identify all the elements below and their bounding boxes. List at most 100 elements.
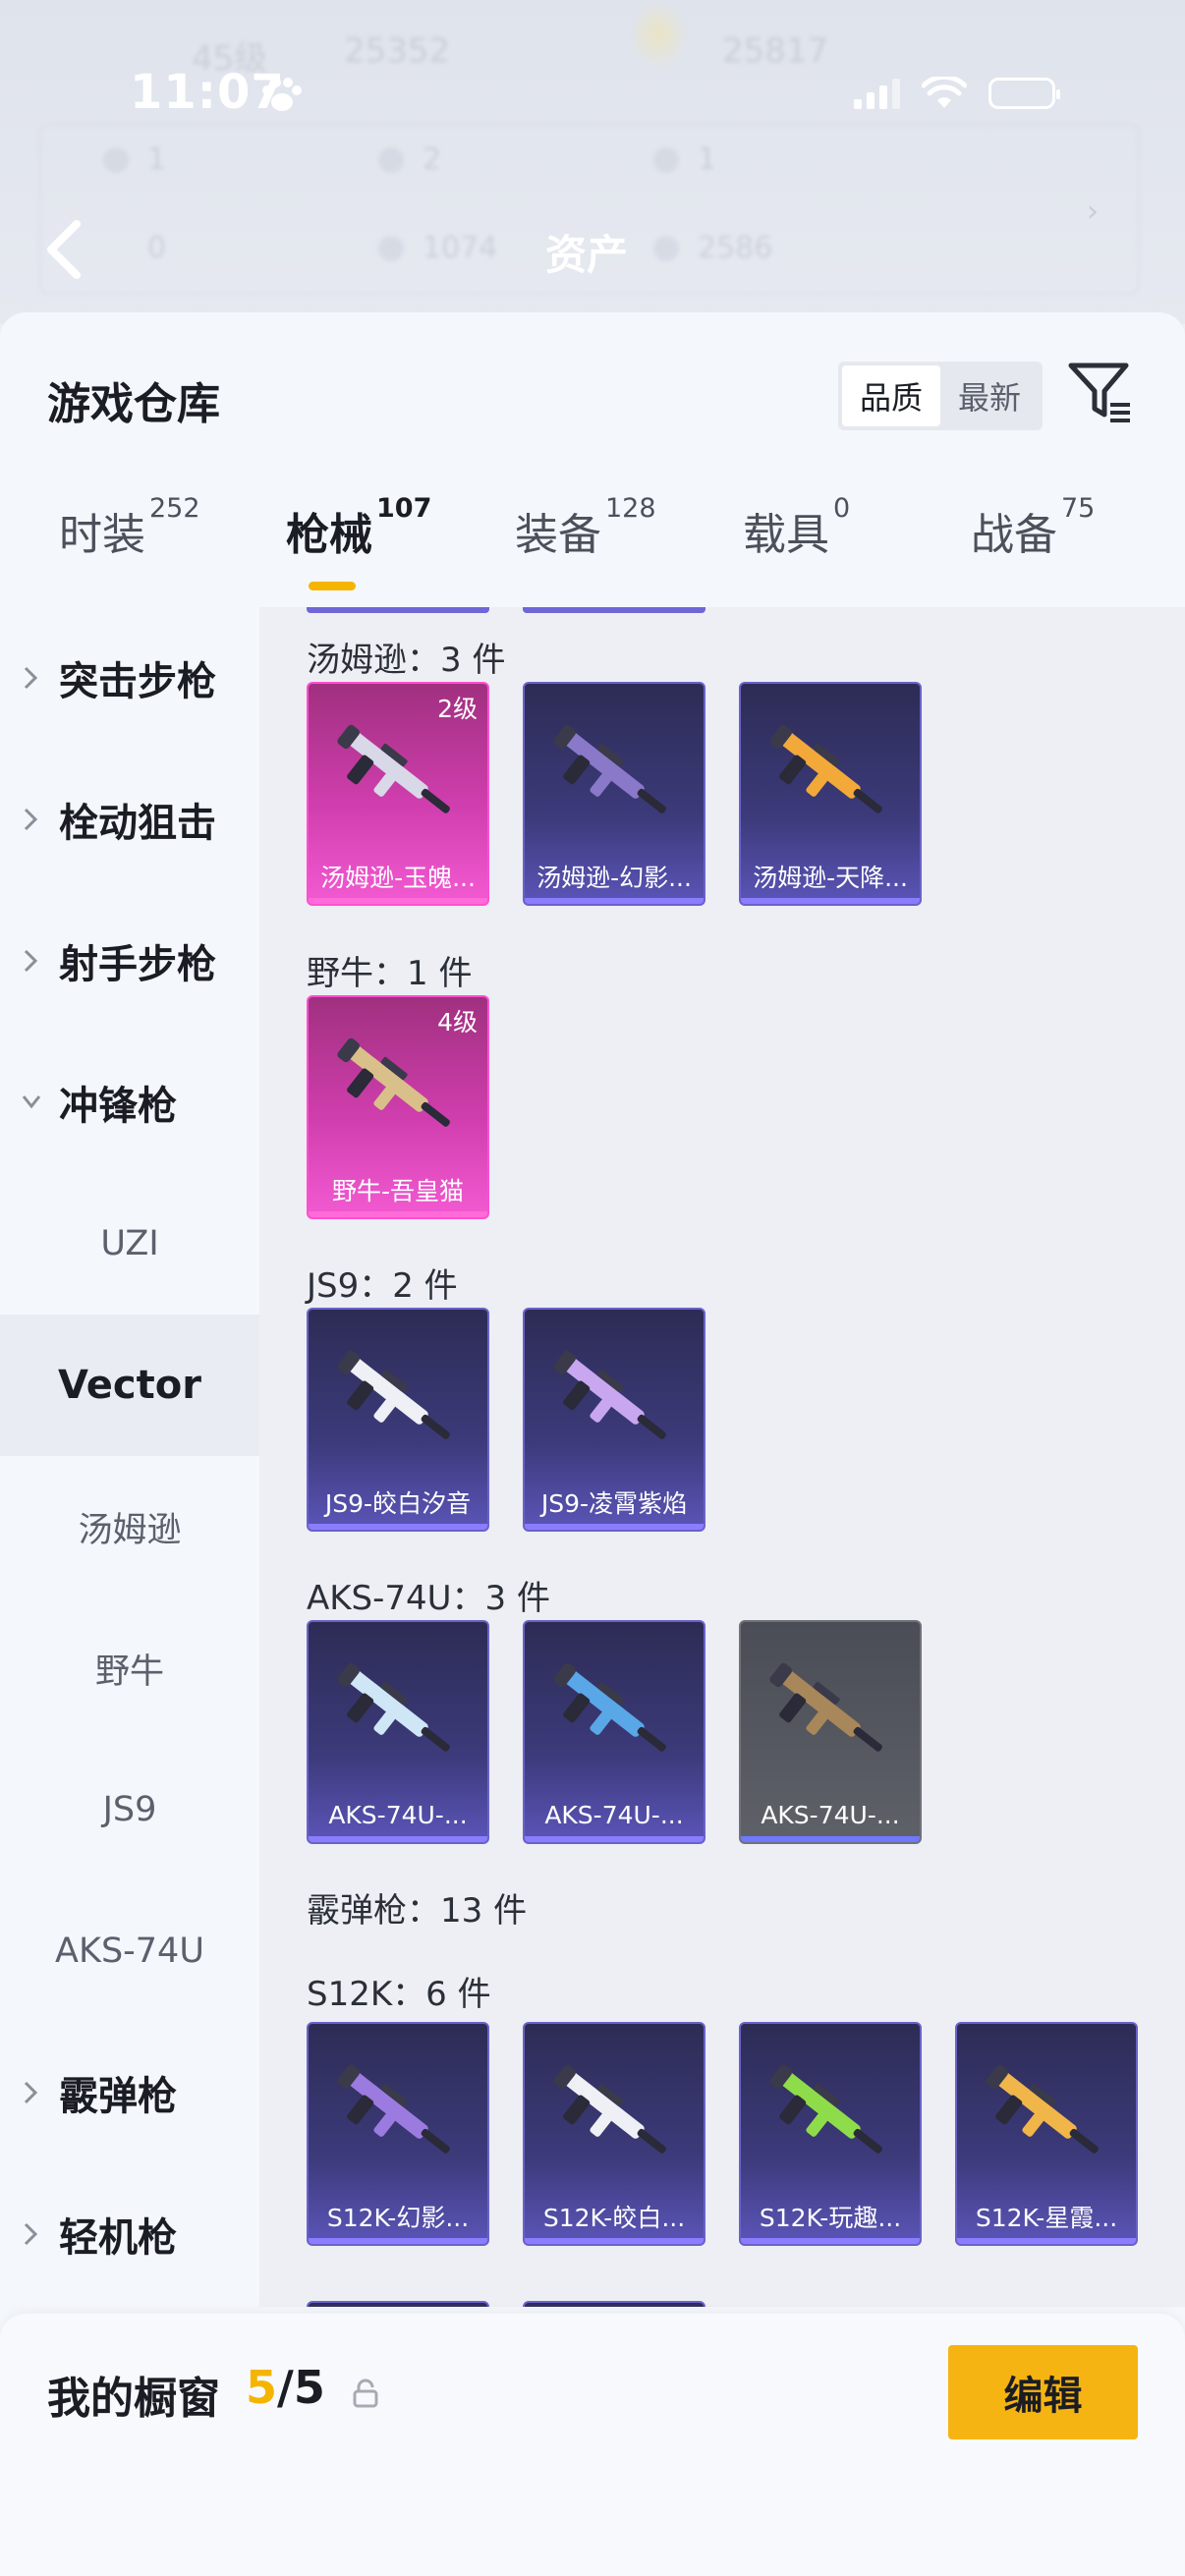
bg-stat: 2 — [423, 142, 442, 177]
sidebar-item-label: 轻机枪 — [59, 2215, 177, 2261]
skin-name: AKS-74U-... — [544, 1800, 684, 1829]
back-arrow-icon[interactable] — [37, 218, 92, 281]
chevron-down-icon — [22, 1095, 41, 1109]
sidebar-subitem-thompson[interactable]: 汤姆逊 — [0, 1456, 259, 1597]
weapon-skin-card[interactable]: S12K-玩趣... — [739, 2022, 922, 2246]
tab-firearms[interactable]: 枪械107 — [286, 493, 431, 562]
rarity-bar — [309, 1211, 487, 1217]
tab-fashion[interactable]: 时装252 — [59, 493, 200, 562]
sidebar-subitem-vector[interactable]: Vector — [0, 1315, 259, 1456]
sidebar-item-shotgun[interactable]: 霰弹枪 — [0, 2022, 259, 2163]
weapon-skin-image — [553, 1662, 666, 1752]
tab-count: 0 — [833, 493, 851, 524]
sort-option-quality[interactable]: 品质 — [842, 365, 940, 426]
rarity-bar — [309, 1836, 487, 1842]
skin-name: JS9-皎白汐音 — [324, 1489, 472, 1518]
weapon-skin-card[interactable]: 4级 野牛-吾皇猫 — [307, 995, 489, 1219]
weapon-skin-image — [553, 1350, 666, 1439]
my-showcase-panel: 我的橱窗 5/5 编辑 — [0, 2314, 1185, 2576]
bg-coin-right: 25817 — [722, 31, 829, 71]
skin-name: 汤姆逊-玉魄... — [320, 864, 476, 892]
tab-vehicles[interactable]: 载具0 — [743, 493, 850, 562]
weapon-skin-image — [769, 1662, 882, 1752]
weapon-skin-card[interactable]: AKS-74U-... — [739, 1620, 922, 1844]
group-title: 野牛：1 件 — [307, 954, 473, 993]
tab-equipment[interactable]: 装备128 — [515, 493, 656, 562]
sidebar-subitem-aks74u[interactable]: AKS-74U — [0, 1880, 259, 2022]
sidebar-item-label: 突击步枪 — [59, 659, 216, 704]
bg-stat-icon — [653, 236, 679, 261]
game-warehouse-sheet: 游戏仓库 品质 最新 时装252 枪械107 装备128 载具0 战备75 突击… — [0, 312, 1185, 2576]
tab-label: 装备 — [515, 510, 601, 560]
group-title: S12K：6 件 — [307, 1975, 491, 2014]
weapon-skin-card[interactable]: AKS-74U-... — [307, 1620, 489, 1844]
weapon-skin-image — [337, 724, 450, 813]
rarity-bar — [741, 1836, 920, 1842]
sidebar-item-smg[interactable]: 冲锋枪 — [0, 1032, 259, 1173]
weapon-skin-image — [337, 2064, 450, 2154]
bg-stat: 1074 — [423, 231, 498, 265]
weapon-skin-image — [986, 2064, 1099, 2154]
sidebar-item-label: 栓动狙击 — [59, 801, 216, 846]
skin-name: 野牛-吾皇猫 — [331, 1177, 465, 1205]
previous-card-edge — [307, 607, 489, 613]
weapon-skin-card[interactable]: 汤姆逊-幻影... — [523, 682, 705, 906]
flame-emblem-icon — [629, 0, 688, 69]
sidebar-subitem-bison[interactable]: 野牛 — [0, 1597, 259, 1739]
skin-name: AKS-74U-... — [328, 1800, 468, 1829]
tab-count: 107 — [376, 493, 432, 524]
rarity-bar — [525, 898, 704, 904]
sidebar-item-label: 霰弹枪 — [59, 2074, 177, 2119]
filter-icon[interactable] — [1067, 360, 1134, 424]
sidebar-subitem-js9[interactable]: JS9 — [0, 1739, 259, 1880]
sidebar-item-label: 冲锋枪 — [59, 1084, 177, 1129]
weapon-skin-card-partial[interactable] — [523, 2301, 705, 2307]
rarity-bar — [525, 1524, 704, 1530]
skin-name: AKS-74U-... — [761, 1800, 900, 1829]
category-tabs: 时装252 枪械107 装备128 载具0 战备75 — [0, 493, 1185, 607]
showcase-label: 我的橱窗 — [47, 2374, 220, 2424]
chevron-right-icon: › — [1087, 195, 1099, 229]
tab-label: 战备 — [971, 510, 1057, 560]
weapon-skin-image — [769, 724, 882, 813]
bg-stat-icon — [653, 147, 679, 173]
chevron-right-icon — [24, 949, 38, 973]
bg-stat: 0 — [147, 231, 167, 265]
weapon-skin-card[interactable]: S12K-星霞... — [955, 2022, 1138, 2246]
sidebar-item-lmg[interactable]: 轻机枪 — [0, 2163, 259, 2305]
sort-option-newest[interactable]: 最新 — [940, 365, 1039, 426]
showcase-total: /5 — [277, 2361, 325, 2414]
cellular-signal-icon — [854, 78, 900, 109]
weapon-skin-card[interactable]: 2级 汤姆逊-玉魄... — [307, 682, 489, 906]
weapon-skin-card[interactable]: S12K-幻影... — [307, 2022, 489, 2246]
weapon-skin-card[interactable]: JS9-凌霄紫焰 — [523, 1308, 705, 1532]
sidebar-item-bolt-sniper[interactable]: 栓动狙击 — [0, 749, 259, 890]
rarity-bar — [309, 898, 487, 904]
lock-icon — [353, 2379, 378, 2408]
weapon-skin-card[interactable]: JS9-皎白汐音 — [307, 1308, 489, 1532]
sidebar-item-label: 射手步枪 — [59, 942, 216, 987]
weapon-skin-image — [337, 1662, 450, 1752]
edit-button[interactable]: 编辑 — [948, 2345, 1138, 2439]
rarity-bar — [309, 1524, 487, 1530]
tab-count: 252 — [149, 493, 200, 524]
tab-label: 时装 — [59, 510, 145, 560]
weapon-skin-card-partial[interactable] — [307, 2301, 489, 2307]
weapon-skin-card[interactable]: S12K-皎白... — [523, 2022, 705, 2246]
weapon-skin-image — [337, 1350, 450, 1439]
sidebar-item-assault-rifle[interactable]: 突击步枪 — [0, 607, 259, 749]
bg-coin-left: 25352 — [344, 31, 451, 71]
sort-segmented-control: 品质 最新 — [838, 362, 1043, 430]
weapon-skin-card[interactable]: AKS-74U-... — [523, 1620, 705, 1844]
tab-label: 载具 — [743, 510, 829, 560]
bg-stat: 2586 — [698, 231, 773, 265]
skin-name: JS9-凌霄紫焰 — [540, 1489, 688, 1518]
battery-icon — [988, 78, 1060, 109]
sidebar-item-marksman-rifle[interactable]: 射手步枪 — [0, 890, 259, 1032]
group-title: AKS-74U：3 件 — [307, 1579, 550, 1618]
tab-gear[interactable]: 战备75 — [971, 493, 1095, 562]
active-tab-indicator — [309, 582, 356, 590]
weapon-skin-card[interactable]: 汤姆逊-天降... — [739, 682, 922, 906]
sidebar-subitem-uzi[interactable]: UZI — [0, 1173, 259, 1315]
group-title: 汤姆逊：3 件 — [307, 641, 506, 680]
